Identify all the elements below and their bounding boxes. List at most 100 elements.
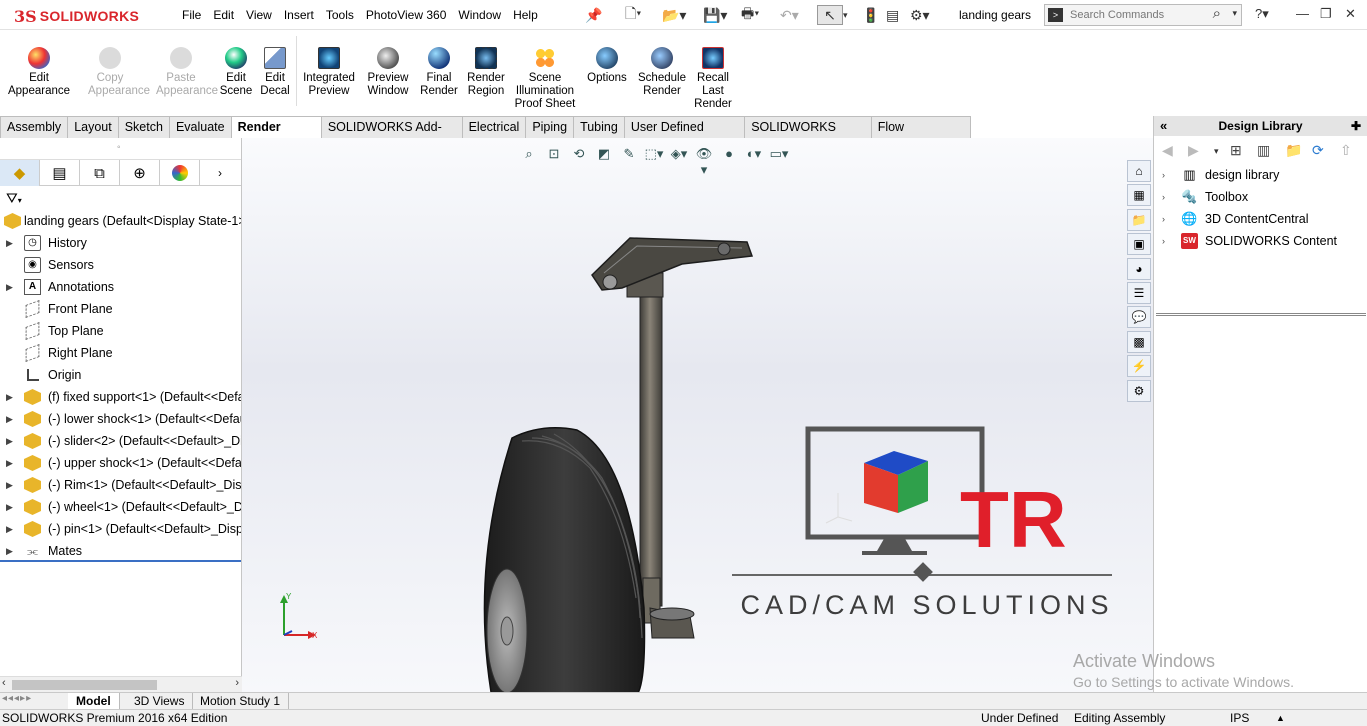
scroll-right-icon[interactable]: › [235, 677, 239, 689]
electrical-tab-icon[interactable]: ⚡ [1127, 355, 1151, 378]
final-render-button[interactable]: Final Render [418, 44, 460, 98]
tab-solidworks-addins[interactable]: SOLIDWORKS Add-Ins [320, 116, 463, 155]
tab-layout[interactable]: Layout [67, 116, 119, 138]
tree-item-top-plane[interactable]: Top Plane [0, 320, 241, 342]
menu-photoview[interactable]: PhotoView 360 [360, 8, 453, 22]
search-type-icon[interactable]: > [1048, 8, 1063, 22]
scroll-thumb[interactable] [12, 680, 157, 690]
tree-item-wheel[interactable]: ▶ (-) wheel<1> (Default<<Default>_Di [0, 496, 241, 518]
select-pointer-icon[interactable]: ↖ [817, 5, 843, 25]
pin-menu-icon[interactable]: 📌 [585, 5, 602, 25]
tree-root-assembly[interactable]: landing gears (Default<Display State-1>) [0, 210, 241, 232]
tab-evaluate[interactable]: Evaluate [168, 116, 232, 138]
expand-chevron-icon[interactable]: ▶ [6, 386, 13, 408]
scene-illumination-proof-sheet-button[interactable]: Scene Illumination Proof Sheet [513, 44, 577, 111]
design-library-tab-icon[interactable]: ▦ [1127, 184, 1151, 207]
tab-flow-simulation[interactable]: Flow Simulation [870, 116, 971, 155]
pane-splitter[interactable] [1156, 313, 1366, 316]
library-item-solidworks-content[interactable]: › SW SOLIDWORKS Content [1154, 230, 1367, 252]
forward-arrow-icon[interactable]: ▶ [1188, 142, 1199, 159]
select-dropdown-icon[interactable]: ▾ [843, 5, 848, 25]
solidworks-forum-icon[interactable]: 💬 [1127, 306, 1151, 329]
close-icon[interactable]: ✕ [1345, 6, 1356, 22]
status-units[interactable]: IPS [1230, 710, 1249, 726]
up-one-level-icon[interactable]: ⇧ [1340, 142, 1352, 159]
paste-appearance-button[interactable]: Paste Appearance [156, 44, 218, 98]
menu-edit[interactable]: Edit [207, 8, 240, 22]
library-item-design-library[interactable]: › ▥ design library [1154, 164, 1367, 186]
tree-horizontal-scrollbar[interactable]: ‹ › [0, 676, 242, 692]
expand-chevron-icon[interactable]: ▶ [6, 408, 13, 430]
options-gear-icon[interactable]: ⚙▾ [910, 5, 930, 25]
filter-icon[interactable]: ⛛▾ [0, 186, 241, 210]
edit-appearance-button[interactable]: Edit Appearance [5, 44, 73, 98]
add-to-library-icon[interactable]: ⊞ [1230, 142, 1242, 159]
expand-chevron-icon[interactable]: ▶ [6, 496, 13, 518]
panel-splitter[interactable]: ◦ [0, 138, 241, 160]
refresh-icon[interactable]: ⟳ [1312, 142, 1324, 159]
tree-item-origin[interactable]: Origin [0, 364, 241, 386]
search-icon[interactable]: ⌕ [1213, 5, 1221, 22]
render-region-button[interactable]: Render Region [464, 44, 508, 98]
tab-scroll-arrows-icon[interactable]: ◂◂◂▸▸ [2, 693, 32, 704]
configuration-manager-tab-icon[interactable]: ⧉ [80, 160, 120, 186]
toolbox-tab-icon[interactable]: ▩ [1127, 330, 1151, 353]
tab-motion-study[interactable]: Motion Study 1 [192, 693, 290, 710]
units-up-icon[interactable]: ▲ [1276, 710, 1285, 726]
schedule-render-button[interactable]: Schedule Render [636, 44, 688, 98]
add-file-location-icon[interactable]: ▥ [1257, 142, 1270, 159]
display-manager-tab-icon[interactable] [160, 160, 200, 186]
save-icon[interactable]: 💾▾ [703, 5, 727, 25]
tab-sketch[interactable]: Sketch [117, 116, 170, 138]
library-item-3d-contentcentral[interactable]: › 🌐 3D ContentCentral [1154, 208, 1367, 230]
collapse-pane-icon[interactable]: « [1160, 116, 1167, 136]
fixed-support-part[interactable] [591, 237, 754, 291]
tree-item-annotations[interactable]: ▶ A Annotations [0, 276, 241, 298]
rim-part[interactable] [486, 568, 528, 692]
lower-shock-part[interactable] [642, 577, 695, 639]
search-dropdown-icon[interactable]: ▾ [1232, 8, 1237, 19]
menu-file[interactable]: File [176, 8, 207, 22]
file-explorer-icon[interactable]: 📁 [1127, 208, 1151, 231]
tree-item-rim[interactable]: ▶ (-) Rim<1> (Default<<Default>_Disp [0, 474, 241, 496]
expand-chevron-icon[interactable]: › [1162, 230, 1165, 252]
tree-item-right-plane[interactable]: Right Plane [0, 342, 241, 364]
menu-window[interactable]: Window [452, 8, 507, 22]
library-item-toolbox[interactable]: › 🔩 Toolbox [1154, 186, 1367, 208]
solidworks-resources-icon[interactable]: ⌂ [1127, 160, 1151, 182]
feature-tree-tab-icon[interactable]: ◆ [0, 160, 40, 186]
tab-3d-views[interactable]: 3D Views [126, 693, 194, 710]
tab-render-tools[interactable]: Render Tools [230, 116, 322, 155]
open-folder-icon[interactable]: 📂▾ [662, 5, 686, 25]
pin-pane-icon[interactable]: ✚ [1351, 116, 1361, 136]
view-palette-icon[interactable]: ▣ [1127, 233, 1151, 256]
expand-chevron-icon[interactable]: ▶ [6, 452, 13, 474]
more-tabs-chevron-icon[interactable]: › [200, 160, 240, 186]
appearances-scenes-icon[interactable]: ◕ [1127, 257, 1151, 280]
integrated-preview-button[interactable]: Integrated Preview [300, 44, 358, 98]
expand-chevron-icon[interactable]: ▶ [6, 276, 13, 298]
edit-decal-button[interactable]: Edit Decal [259, 44, 291, 98]
menu-insert[interactable]: Insert [278, 8, 320, 22]
create-new-folder-icon[interactable]: 📁 [1285, 142, 1302, 159]
expand-chevron-icon[interactable]: ▶ [6, 430, 13, 452]
tree-item-history[interactable]: ▶ ◷ History [0, 232, 241, 254]
expand-chevron-icon[interactable]: › [1162, 186, 1165, 208]
expand-chevron-icon[interactable]: › [1162, 164, 1165, 186]
expand-chevron-icon[interactable]: › [1162, 208, 1165, 230]
dimxpert-manager-tab-icon[interactable]: ⊕ [120, 160, 160, 186]
recall-last-render-button[interactable]: Recall Last Render [692, 44, 734, 111]
copy-appearance-button[interactable]: Copy Appearance [88, 44, 150, 98]
edit-scene-button[interactable]: Edit Scene [219, 44, 253, 98]
expand-chevron-icon[interactable]: ▶ [6, 232, 13, 254]
new-document-icon[interactable]: 🗋▾ [625, 5, 641, 25]
routing-tab-icon[interactable]: ⚙ [1127, 379, 1151, 402]
tab-user-defined-route[interactable]: User Defined Route [623, 116, 746, 155]
history-dropdown-icon[interactable]: ▾ [1214, 146, 1219, 157]
file-properties-icon[interactable]: ▤ [886, 5, 899, 25]
preview-window-button[interactable]: Preview Window [364, 44, 412, 98]
tab-assembly[interactable]: Assembly [0, 116, 69, 138]
tab-model[interactable]: Model [68, 693, 120, 710]
tree-item-slider[interactable]: ▶ (-) slider<2> (Default<<Default>_Dis [0, 430, 241, 452]
tab-electrical[interactable]: Electrical [461, 116, 527, 138]
